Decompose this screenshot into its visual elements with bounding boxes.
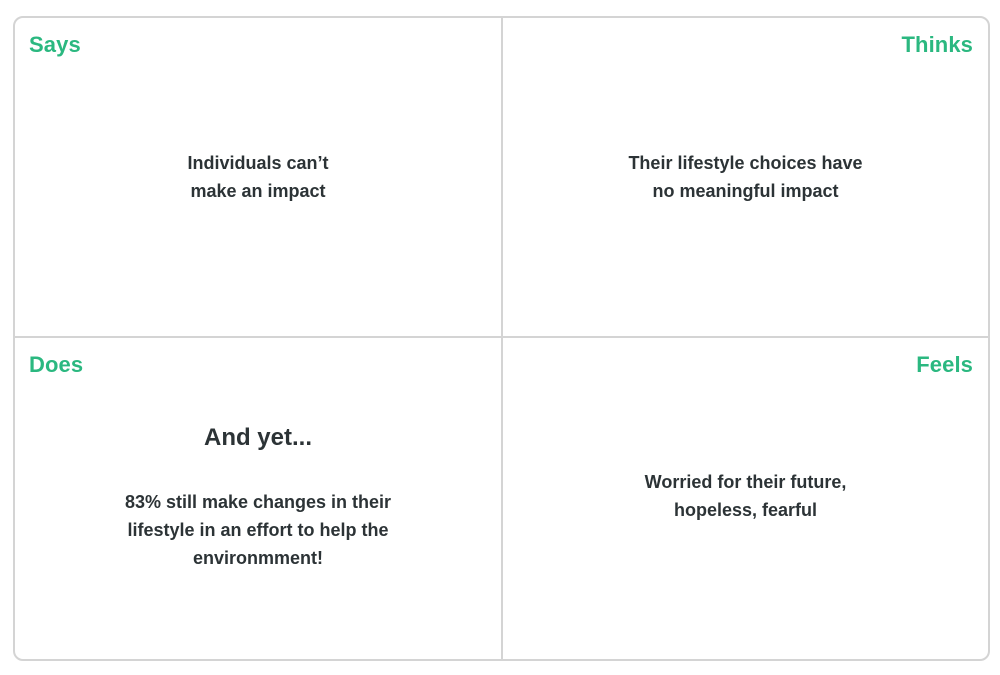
says-title: Says	[29, 32, 81, 57]
feels-quadrant: Feels Worried for their future, hopeless…	[503, 338, 988, 659]
thinks-title: Thinks	[901, 32, 973, 57]
does-heading: And yet...	[203, 424, 312, 451]
feels-title: Feels	[916, 352, 973, 377]
does-text: 83% still make changes in their lifestyl…	[124, 492, 392, 568]
empathy-map: Says Individuals can’t make an impact Th…	[13, 16, 990, 661]
feels-text: Worried for their future, hopeless, fear…	[644, 472, 847, 520]
does-title: Does	[29, 352, 84, 377]
does-quadrant: Does And yet... 83% still make changes i…	[15, 338, 503, 659]
says-quadrant: Says Individuals can’t make an impact	[15, 18, 503, 338]
thinks-quadrant: Thinks Their lifestyle choices have no m…	[503, 18, 988, 338]
says-text: Individuals can’t make an impact	[187, 153, 329, 201]
thinks-text: Their lifestyle choices have no meaningf…	[628, 153, 863, 201]
